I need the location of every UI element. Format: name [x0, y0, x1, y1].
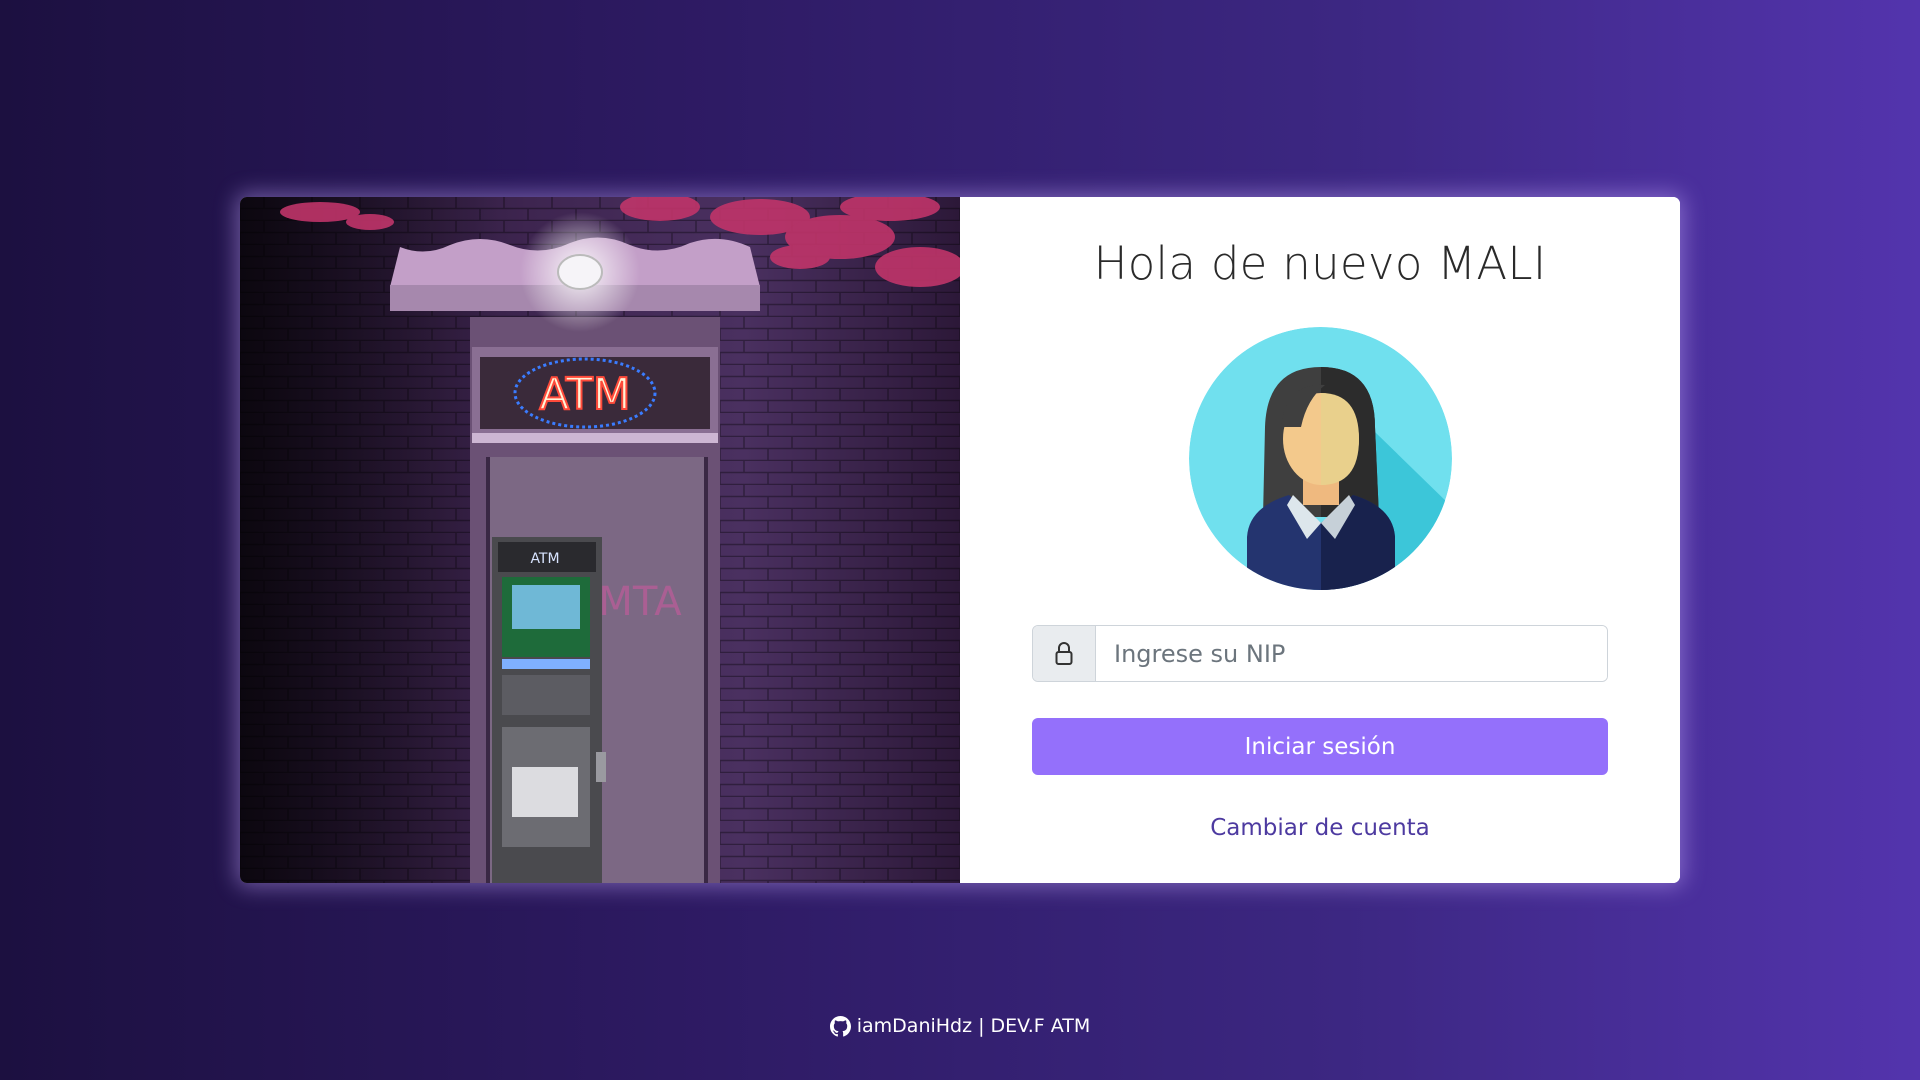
- neon-atm-sign: ATM: [539, 369, 631, 420]
- atm-illustration: ATM ATM ATM: [240, 197, 960, 883]
- switch-account-link[interactable]: Cambiar de cuenta: [960, 815, 1680, 841]
- lamp: [557, 254, 603, 290]
- greeting-title: Hola de nuevo MALI: [1093, 237, 1547, 290]
- login-button[interactable]: Iniciar sesión: [1032, 718, 1608, 775]
- lock-icon: [1033, 626, 1096, 681]
- atm-hero-image: ATM ATM ATM: [240, 197, 960, 883]
- pin-input-group: [1032, 625, 1608, 682]
- project-name: DEV.F ATM: [990, 1015, 1091, 1037]
- author-link[interactable]: iamDaniHdz: [857, 1015, 972, 1037]
- user-avatar: [1189, 327, 1452, 590]
- login-form-panel: Hola de nuevo MALI Iniciar sesión Cambia…: [960, 197, 1680, 883]
- footer: iamDaniHdz | DEV.F ATM: [0, 1015, 1920, 1037]
- github-icon: [829, 1015, 851, 1036]
- svg-text:ATM: ATM: [598, 579, 681, 625]
- footer-separator: |: [978, 1015, 985, 1037]
- pin-input[interactable]: [1096, 626, 1607, 681]
- svg-text:ATM: ATM: [530, 551, 559, 567]
- login-card: ATM ATM ATM Hola de nuevo MALI Iniciar s…: [240, 197, 1680, 883]
